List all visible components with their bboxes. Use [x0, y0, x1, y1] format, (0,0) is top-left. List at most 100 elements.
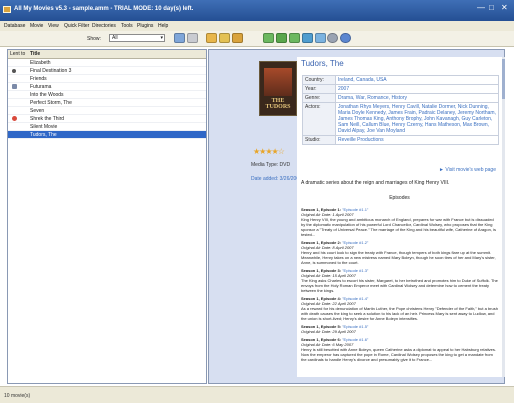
plot-summary: A dramatic series about the reign and ma…: [301, 180, 450, 186]
menu-plugins[interactable]: Plugins: [137, 23, 153, 29]
menu-movie[interactable]: Movie: [30, 23, 43, 29]
list-item-final-destination-3[interactable]: Final Destination 3: [8, 67, 206, 75]
settings-icon[interactable]: [327, 33, 338, 43]
episode-air-date: Original Air Date: 29 April 2007: [301, 329, 356, 334]
search-icon[interactable]: [174, 33, 185, 43]
episode-item: Season 1, Episode 6: "Episode #1.6" Orig…: [301, 337, 499, 362]
info-key: Studio:: [302, 135, 336, 145]
movie-poster[interactable]: THE TUDORS: [259, 61, 297, 116]
list-item-title: Seven: [30, 108, 45, 114]
print-icon[interactable]: [289, 33, 300, 43]
menu-tools[interactable]: Tools: [121, 23, 133, 29]
info-key: Actors:: [302, 102, 336, 136]
list-item-tudors-selected[interactable]: Tudors, The: [8, 131, 206, 139]
show-label: Show:: [87, 36, 101, 42]
poster-text: THE TUDORS: [265, 98, 291, 110]
list-item-seven[interactable]: Seven: [8, 107, 206, 115]
movie-list-header: Lent to Title: [8, 50, 206, 59]
movie-info-view: Tudors, The Country: Ireland, Canada, US…: [297, 57, 502, 377]
app-icon: [3, 6, 11, 13]
list-item-title: Silent Movie: [30, 124, 58, 130]
scrollbar-thumb[interactable]: [502, 59, 505, 99]
info-value[interactable]: Reveille Productions: [335, 135, 499, 145]
rating-stars[interactable]: ★★★★☆: [253, 147, 285, 156]
info-row-year: Year: 2007: [302, 84, 499, 94]
info-key: Year:: [302, 84, 336, 94]
list-item-title: Friends: [30, 76, 47, 82]
loaned-icon: [12, 116, 17, 121]
menu-quick-filter[interactable]: Quick Filter: [64, 23, 89, 29]
list-item-futurama[interactable]: Futurama: [8, 83, 206, 91]
date-added: Date added: 3/26/2008: [251, 176, 302, 182]
info-row-studio: Studio: Reveille Productions: [302, 135, 499, 145]
list-item-friends[interactable]: Friends: [8, 75, 206, 83]
episode-list: Season 1, Episode 1: "Episode #1.1" Orig…: [301, 207, 499, 377]
info-row-genre: Genre: Drama, War, Romance, History: [302, 93, 499, 103]
menu-help[interactable]: Help: [158, 23, 168, 29]
episode-text: As a reward for his denunciation of Mart…: [301, 306, 498, 321]
info-value[interactable]: 2007: [335, 84, 499, 94]
filter-icon[interactable]: [232, 33, 243, 43]
media-icon: [12, 69, 16, 73]
web-page-link-text: Visit movie's web page: [445, 167, 496, 173]
list-item-elizabeth[interactable]: Elizabeth: [8, 59, 206, 67]
episode-text: The King asks Charles to escort his sist…: [301, 278, 498, 293]
column-header-lent-to[interactable]: Lent to: [10, 51, 25, 57]
status-text: 10 movie(s): [4, 393, 31, 399]
episodes-heading: Episodes: [389, 195, 410, 201]
delete-icon[interactable]: [219, 33, 230, 43]
list-item-title: Final Destination 3: [30, 68, 72, 74]
show-filter-value: All: [112, 35, 118, 41]
info-value[interactable]: Drama, War, Romance, History: [335, 93, 499, 103]
chevron-down-icon: ▾: [160, 35, 163, 41]
import-icon[interactable]: [263, 33, 274, 43]
info-key: Genre:: [302, 93, 336, 103]
export-icon[interactable]: [276, 33, 287, 43]
list-item-title: Tudors, The: [30, 132, 57, 138]
episode-text: King Henry VIII, the young and ambitious…: [301, 217, 496, 237]
list-item-title: Perfect Storm, The: [30, 100, 72, 106]
edit-icon[interactable]: [206, 33, 217, 43]
list-item-perfect-storm[interactable]: Perfect Storm, The: [8, 99, 206, 107]
report-icon[interactable]: [302, 33, 313, 43]
show-filter-select[interactable]: All ▾: [109, 34, 165, 42]
menu-database[interactable]: Database: [4, 23, 25, 29]
list-item-title: Futurama: [30, 84, 52, 90]
help-icon[interactable]: [340, 33, 351, 43]
episode-text: Henry and his court look to sign the tre…: [301, 250, 496, 265]
info-value[interactable]: Ireland, Canada, USA: [335, 75, 499, 85]
list-item-title: Elizabeth: [30, 60, 51, 66]
web-icon[interactable]: [315, 33, 326, 43]
episode-text: Henry is still besotted with Anne Boleyn…: [301, 347, 496, 362]
info-value[interactable]: Jonathan Rhys Meyers, Henry Cavill, Nata…: [335, 102, 499, 136]
episode-item: Season 1, Episode 4: "Episode #1.4" Orig…: [301, 296, 499, 321]
tv-icon: [12, 84, 17, 89]
minimize-button[interactable]: —: [477, 4, 485, 12]
episode-item: Season 1, Episode 3: "Episode #1.3" Orig…: [301, 268, 499, 293]
details-scrollbar[interactable]: [502, 57, 505, 377]
close-button[interactable]: ✕: [501, 4, 508, 12]
movie-title: Tudors, The: [301, 59, 344, 68]
add-movie-icon[interactable]: [187, 33, 198, 43]
episode-item: Season 1, Episode 5: "Episode #1.5" Orig…: [301, 324, 499, 334]
menu-directories[interactable]: Directories: [92, 23, 116, 29]
web-page-link[interactable]: ► Visit movie's web page: [439, 167, 496, 173]
list-item-shrek-the-third[interactable]: Shrek the Third: [8, 115, 206, 123]
title-bar: All My Movies v5.3 - sample.amm - TRIAL …: [0, 0, 514, 21]
media-type: Media Type: DVD: [251, 162, 291, 168]
episode-item: Season 1, Episode 1: "Episode #1.1" Orig…: [301, 207, 499, 237]
list-item-title: Into the Woods: [30, 92, 64, 98]
list-item-into-the-woods[interactable]: Into the Woods: [8, 91, 206, 99]
toolbar: Show: All ▾: [0, 31, 514, 47]
movie-info-table: Country: Ireland, Canada, USA Year: 2007…: [302, 75, 499, 145]
list-item-silent-movie[interactable]: Silent Movie: [8, 123, 206, 131]
info-row-actors: Actors: Jonathan Rhys Meyers, Henry Cavi…: [302, 102, 499, 136]
maximize-button[interactable]: □: [489, 4, 494, 12]
status-bar: 10 movie(s): [0, 386, 514, 403]
list-item-title: Shrek the Third: [30, 116, 65, 122]
info-key: Country:: [302, 75, 336, 85]
column-header-title[interactable]: Title: [30, 51, 40, 57]
window-title: All My Movies v5.3 - sample.amm - TRIAL …: [14, 6, 194, 12]
menu-view[interactable]: View: [48, 23, 59, 29]
episode-item: Season 1, Episode 2: "Episode #1.2" Orig…: [301, 240, 499, 265]
